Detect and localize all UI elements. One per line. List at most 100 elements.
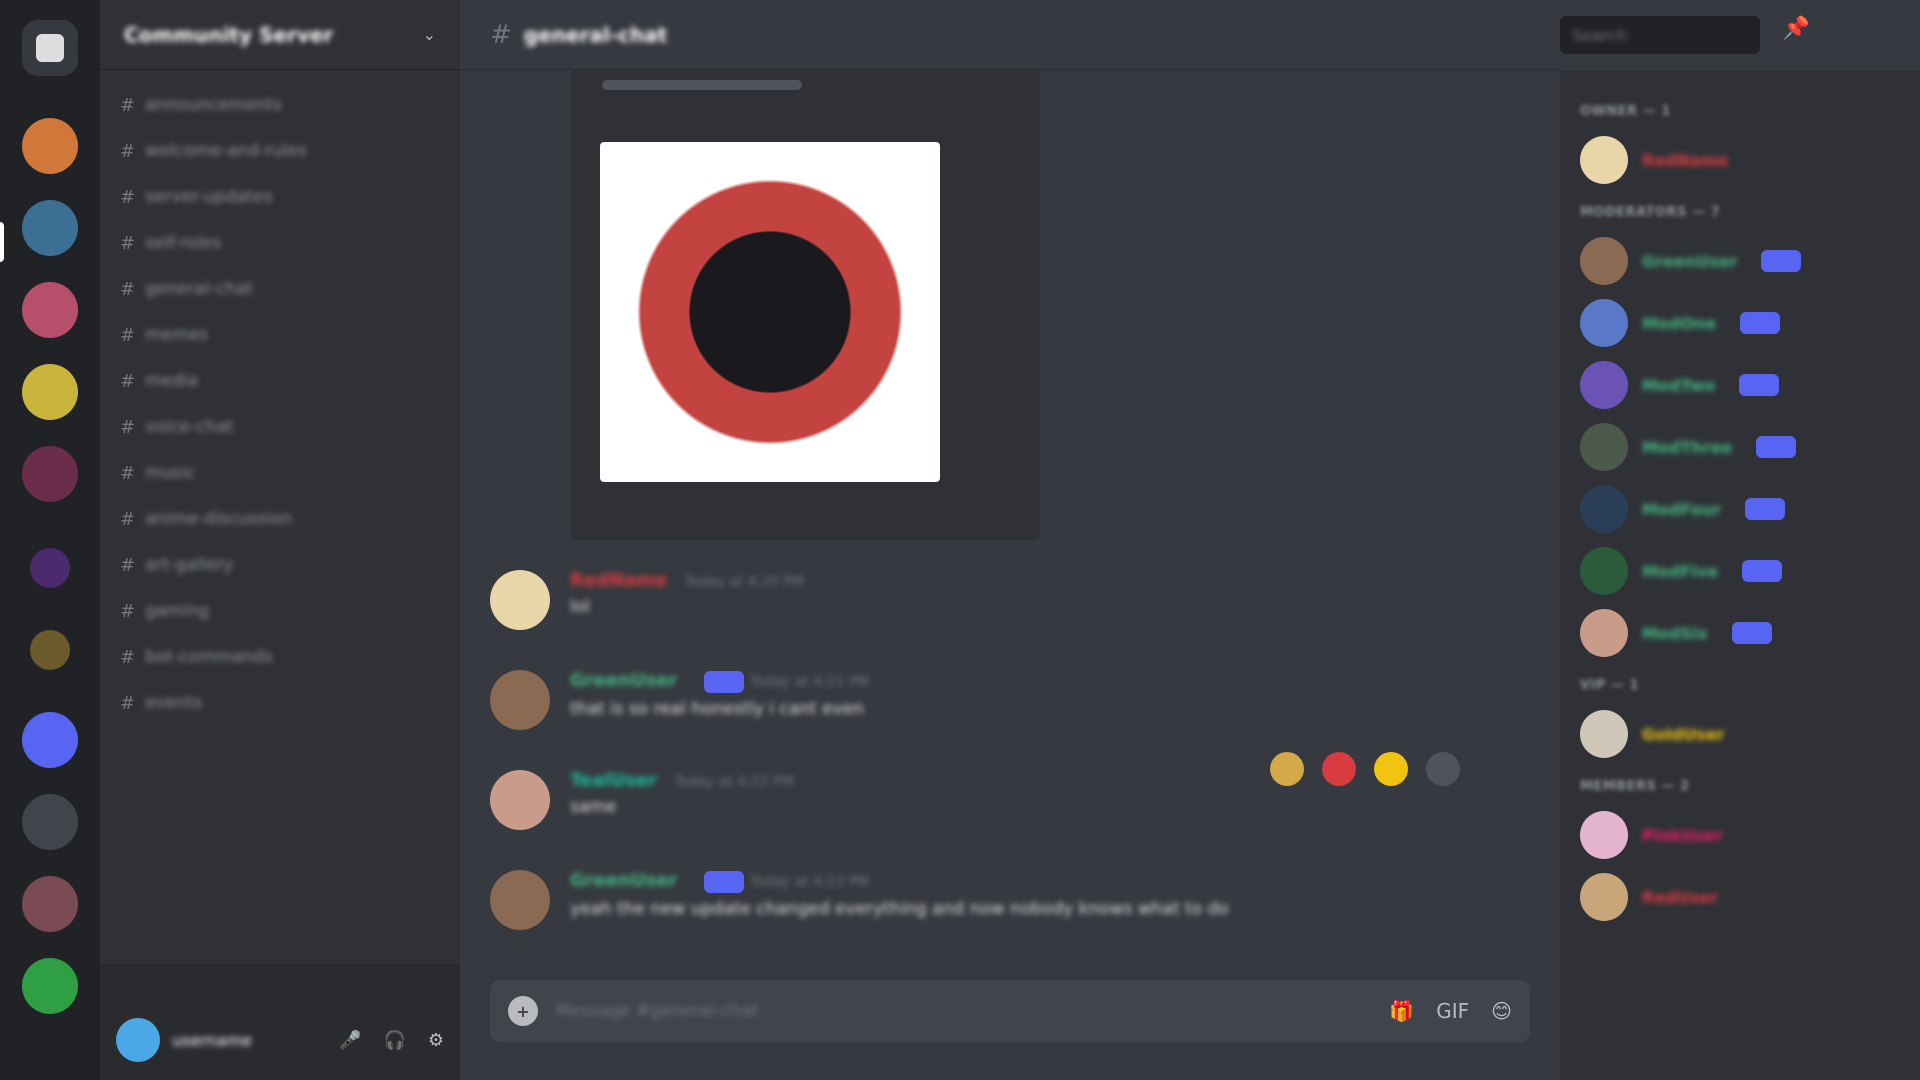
channel-item[interactable]: # music xyxy=(120,450,440,496)
channel-item[interactable]: # general-chat xyxy=(120,266,440,312)
member-item[interactable]: ModTwo xyxy=(1580,354,1900,416)
channel-item[interactable]: # anime-discussion xyxy=(120,496,440,542)
home-button[interactable] xyxy=(22,20,78,76)
emoji-icon[interactable]: 😊 xyxy=(1491,999,1512,1023)
server-icon[interactable] xyxy=(22,876,78,932)
reaction-emoji[interactable] xyxy=(1270,752,1304,786)
member-item[interactable]: ModOne xyxy=(1580,292,1900,354)
microphone-icon[interactable]: 🎤 xyxy=(339,1030,361,1051)
avatar[interactable] xyxy=(490,770,550,830)
channel-item[interactable]: # memes xyxy=(120,312,440,358)
server-icon[interactable] xyxy=(22,118,78,174)
avatar xyxy=(1580,547,1628,595)
channel-name: music xyxy=(145,463,196,483)
avatar xyxy=(1580,299,1628,347)
channel-item[interactable]: # bot-commands xyxy=(120,634,440,680)
reaction-emoji[interactable] xyxy=(1374,752,1408,786)
voice-status-bar xyxy=(100,964,460,1000)
member-name: ModTwo xyxy=(1642,375,1716,395)
member-item[interactable]: GoldUser xyxy=(1580,703,1900,765)
role-badge xyxy=(1740,312,1781,334)
server-icon[interactable] xyxy=(30,548,70,588)
hash-icon: # xyxy=(120,416,136,438)
avatar[interactable] xyxy=(116,1018,160,1062)
role-badge xyxy=(1742,560,1783,582)
role-badge xyxy=(1761,250,1802,272)
role-heading: MODERATORS — 7 xyxy=(1580,205,1721,220)
reaction-emoji[interactable] xyxy=(1322,752,1356,786)
server-icon[interactable] xyxy=(22,364,78,420)
hash-icon: # xyxy=(120,462,136,484)
server-icon[interactable] xyxy=(22,282,78,338)
server-icon[interactable] xyxy=(22,200,78,256)
message-author[interactable]: TealUser xyxy=(570,770,657,791)
message-text: same xyxy=(570,797,617,817)
role-badge xyxy=(1731,622,1772,644)
channel-name: memes xyxy=(145,325,208,345)
guild-name: Community Server xyxy=(124,22,334,47)
member-item[interactable]: ModFour xyxy=(1580,478,1900,540)
pinned-icon[interactable]: 📌 xyxy=(1783,16,1810,41)
channel-item[interactable]: # voice-chat xyxy=(120,404,440,450)
channel-name: events xyxy=(145,693,203,713)
channel-item[interactable]: # self-roles xyxy=(120,220,440,266)
headphones-icon[interactable]: 🎧 xyxy=(383,1030,405,1051)
channel-item[interactable]: # gaming xyxy=(120,588,440,634)
message-timestamp: Today at 4:21 PM xyxy=(749,674,870,690)
embed-image[interactable] xyxy=(600,142,940,482)
message-author[interactable]: GreenUser xyxy=(570,670,677,691)
channel-item[interactable]: # art-gallery xyxy=(120,542,440,588)
member-item[interactable]: ModThree xyxy=(1580,416,1900,478)
message-composer[interactable]: + Message #general-chat 🎁 GIF 😊 xyxy=(490,980,1530,1042)
avatar xyxy=(1580,873,1628,921)
composer-actions: 🎁 GIF 😊 xyxy=(1389,999,1512,1023)
role-badge xyxy=(1744,498,1785,520)
channel-item[interactable]: # events xyxy=(120,680,440,726)
avatar xyxy=(1580,609,1628,657)
message-timestamp: Today at 4:22 PM xyxy=(673,774,794,790)
embed-artwork xyxy=(636,178,904,446)
member-item[interactable]: RedUser xyxy=(1580,866,1900,928)
gif-icon[interactable]: GIF xyxy=(1436,999,1469,1023)
message-author[interactable]: RedName xyxy=(570,570,667,591)
member-name: ModFour xyxy=(1642,499,1721,519)
member-item[interactable]: ModSix xyxy=(1580,602,1900,664)
channel-name: server-updates xyxy=(145,187,273,207)
discord-logo-icon xyxy=(36,34,64,62)
guild-header[interactable]: Community Server ⌄ xyxy=(100,0,460,70)
chat-area: # general-chat ≡ 🔔 📌 RedName Today at 4:… xyxy=(460,0,1810,1080)
avatar[interactable] xyxy=(490,670,550,730)
server-icon[interactable] xyxy=(22,446,78,502)
member-name: GreenUser xyxy=(1642,251,1738,271)
settings-gear-icon[interactable]: ⚙ xyxy=(428,1030,444,1051)
message-text: lol xyxy=(570,597,590,617)
avatar[interactable] xyxy=(490,570,550,630)
server-icon[interactable] xyxy=(22,958,78,1014)
hash-icon: # xyxy=(120,600,136,622)
add-reaction-icon[interactable] xyxy=(1426,752,1460,786)
gift-icon[interactable]: 🎁 xyxy=(1389,999,1414,1023)
role-badge xyxy=(704,870,745,893)
channel-name: gaming xyxy=(145,601,210,621)
chevron-down-icon[interactable]: ⌄ xyxy=(423,25,436,44)
search-input[interactable]: Search xyxy=(1560,16,1760,54)
channel-item[interactable]: # welcome-and-rules xyxy=(120,128,440,174)
message-author[interactable]: GreenUser xyxy=(570,870,677,891)
avatar[interactable] xyxy=(490,870,550,930)
server-icon[interactable] xyxy=(22,794,78,850)
channel-name: self-roles xyxy=(145,233,222,253)
member-item[interactable]: GreenUser xyxy=(1580,230,1900,292)
channel-item[interactable]: # announcements xyxy=(120,82,440,128)
member-name: RedName xyxy=(1642,150,1729,170)
attach-plus-icon[interactable]: + xyxy=(508,996,538,1026)
hash-icon: # xyxy=(120,692,136,714)
channel-item[interactable]: # server-updates xyxy=(120,174,440,220)
member-item[interactable]: ModFive xyxy=(1580,540,1900,602)
member-item[interactable]: PinkUser xyxy=(1580,804,1900,866)
channel-name: media xyxy=(145,371,199,391)
message: TealUser Today at 4:22 PM same xyxy=(490,770,794,830)
member-item[interactable]: RedName xyxy=(1580,129,1900,191)
server-icon[interactable] xyxy=(30,630,70,670)
server-icon[interactable] xyxy=(22,712,78,768)
channel-item[interactable]: # media xyxy=(120,358,440,404)
